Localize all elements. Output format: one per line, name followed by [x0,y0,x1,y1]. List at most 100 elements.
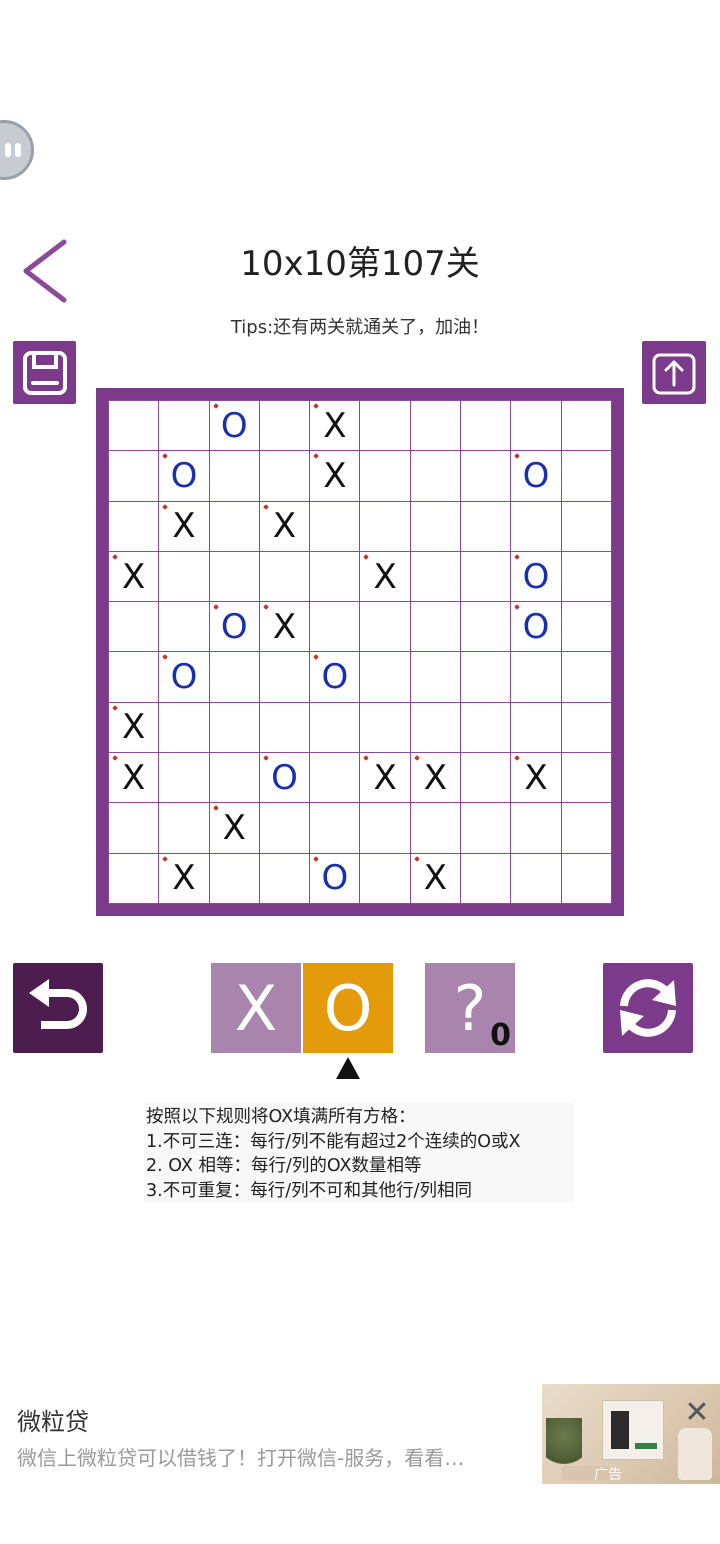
board-cell[interactable]: X [109,702,160,754]
board-cell[interactable] [209,853,260,904]
board-cell[interactable]: X [109,753,160,804]
board-cell[interactable]: X [511,753,562,804]
board-cell[interactable] [410,803,462,854]
save-button[interactable] [13,341,76,404]
board-cell[interactable] [259,401,311,452]
board-cell[interactable] [109,853,160,904]
board-cell[interactable]: O [310,853,361,904]
board-cell[interactable] [310,803,361,854]
board-cell[interactable] [360,451,411,502]
board-cell[interactable] [109,451,160,502]
board-cell[interactable]: O [511,451,562,502]
board-cell[interactable]: X [109,551,160,603]
board-cell[interactable] [310,551,361,603]
board-cell[interactable] [461,602,512,653]
board-cell[interactable]: X [360,753,411,804]
board-cell[interactable] [360,501,411,552]
board-cell[interactable] [461,451,512,502]
board-cell[interactable]: X [310,401,361,452]
board-cell[interactable]: O [259,753,311,804]
board-cell[interactable] [561,753,612,804]
board-cell[interactable]: X [159,853,210,904]
board-cell[interactable] [561,551,612,603]
board-cell[interactable] [461,501,512,552]
hint-button[interactable]: ? 0 [425,963,515,1053]
board-cell[interactable] [209,702,260,754]
board-cell[interactable]: O [159,652,210,703]
board-cell[interactable] [360,652,411,703]
board-cell[interactable] [410,451,462,502]
board-cell[interactable] [310,753,361,804]
board-cell[interactable] [109,602,160,653]
board-cell[interactable] [511,401,562,452]
board-cell[interactable]: X [310,451,361,502]
board-cell[interactable] [310,602,361,653]
board-cell[interactable] [209,753,260,804]
board-cell[interactable] [259,803,311,854]
board-cell[interactable]: X [360,551,411,603]
refresh-button[interactable] [603,963,693,1053]
board-cell[interactable] [461,551,512,603]
board-cell[interactable] [511,702,562,754]
board-cell[interactable]: X [159,501,210,552]
board-cell[interactable] [259,451,311,502]
board-cell[interactable] [561,501,612,552]
board-cell[interactable] [159,551,210,603]
board-cell[interactable] [259,702,311,754]
board-cell[interactable] [561,853,612,904]
ad-banner[interactable]: 微粒贷 微信上微粒贷可以借钱了！打开微信-服务，看看… 广告 ✕ [0,1380,720,1490]
board-cell[interactable] [209,501,260,552]
board-cell[interactable] [461,803,512,854]
board-cell[interactable] [561,803,612,854]
board-cell[interactable]: O [310,652,361,703]
board-cell[interactable]: X [259,501,311,552]
board-cell[interactable] [159,803,210,854]
board-cell[interactable]: O [511,602,562,653]
board-cell[interactable] [461,753,512,804]
board-cell[interactable] [561,401,612,452]
board-cell[interactable] [461,401,512,452]
board-cell[interactable] [410,702,462,754]
board-cell[interactable] [561,451,612,502]
board-cell[interactable]: X [410,853,462,904]
board-cell[interactable] [360,853,411,904]
board-cell[interactable] [360,702,411,754]
ad-image[interactable]: 广告 ✕ [542,1384,720,1484]
board-cell[interactable] [159,702,210,754]
board-cell[interactable] [209,551,260,603]
board-cell[interactable] [561,602,612,653]
share-button[interactable] [642,341,706,404]
board-cell[interactable]: O [209,602,260,653]
board-cell[interactable] [561,652,612,703]
board-cell[interactable] [461,702,512,754]
board-cell[interactable] [209,451,260,502]
close-icon[interactable]: ✕ [682,1398,712,1428]
board-cell[interactable]: O [511,551,562,603]
board-cell[interactable]: X [209,803,260,854]
board-cell[interactable] [159,401,210,452]
board-cell[interactable] [511,501,562,552]
board-cell[interactable] [461,652,512,703]
board-cell[interactable] [109,401,160,452]
floating-assistant-bubble[interactable] [0,120,34,180]
board-cell[interactable] [310,702,361,754]
board-cell[interactable] [360,803,411,854]
board-cell[interactable] [259,551,311,603]
board-cell[interactable]: X [410,753,462,804]
board-cell[interactable]: O [159,451,210,502]
board-cell[interactable] [259,853,311,904]
board-cell[interactable]: X [259,602,311,653]
board-cell[interactable] [109,501,160,552]
board-cell[interactable] [109,652,160,703]
board-cell[interactable] [511,652,562,703]
board-cell[interactable] [511,853,562,904]
board-cell[interactable] [360,602,411,653]
board-cell[interactable] [259,652,311,703]
board-cell[interactable] [410,501,462,552]
board-cell[interactable] [410,551,462,603]
board-cell[interactable] [310,501,361,552]
board-cell[interactable] [561,702,612,754]
board-cell[interactable] [410,602,462,653]
board-cell[interactable] [109,803,160,854]
board-cell[interactable] [360,401,411,452]
